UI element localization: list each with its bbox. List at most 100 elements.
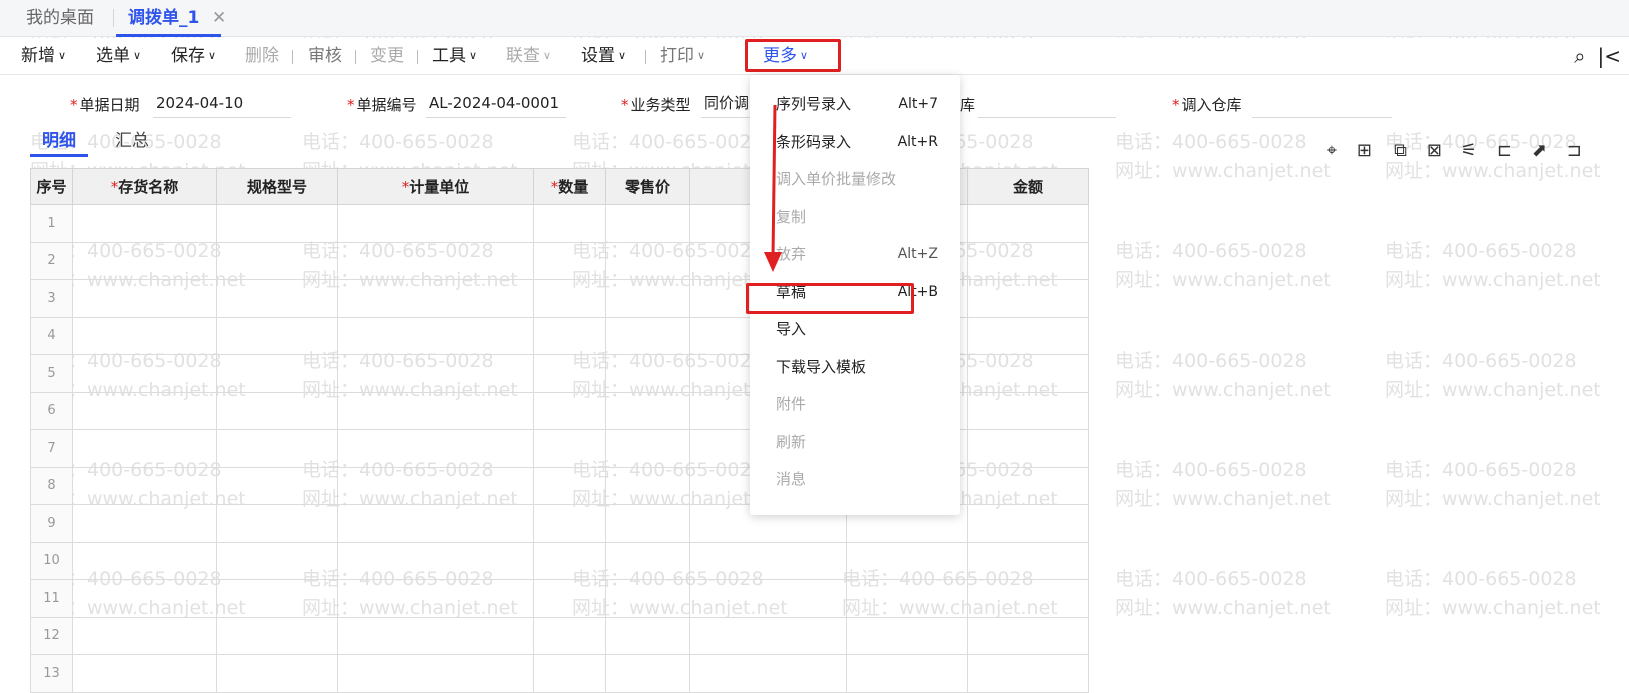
link-query-button[interactable]: 联查 ∨ [506,38,551,75]
tab-detail[interactable]: 明细 [30,127,88,157]
collapse-icon[interactable]: |< [1598,44,1622,68]
grid-cell[interactable] [216,241,338,280]
grid-cell[interactable] [72,354,217,393]
grid-cell[interactable] [337,654,534,693]
grid-cell[interactable] [72,316,217,355]
column-settings-icon[interactable]: ⊏ [1497,140,1512,161]
grid-cell[interactable] [967,391,1089,430]
grid-cell[interactable] [216,654,338,693]
grid-cell[interactable] [533,204,606,243]
grid-cell[interactable] [216,354,338,393]
select-button[interactable]: 选单 ∨ [96,38,141,75]
grid-cell[interactable] [967,579,1089,618]
grid-cell[interactable] [967,316,1089,355]
grid-cell[interactable] [337,241,534,280]
grid-cell[interactable] [605,391,690,430]
menu-item[interactable]: 复制 [750,199,960,237]
grid-cell[interactable] [337,429,534,468]
insert-row-icon[interactable]: ⊞ [1357,140,1372,161]
grid-cell[interactable] [72,616,217,655]
grid-cell[interactable] [337,466,534,505]
grid-cell[interactable] [533,316,606,355]
grid-cell[interactable] [967,279,1089,318]
grid-cell[interactable] [967,204,1089,243]
save-button[interactable]: 保存 ∨ [171,38,216,75]
grid-cell[interactable] [605,654,690,693]
print-button[interactable]: 打印 ∨ [660,38,705,75]
grid-cell[interactable] [689,654,847,693]
grid-cell[interactable] [689,616,847,655]
grid-cell[interactable] [337,541,534,580]
grid-cell[interactable] [72,279,217,318]
grid-cell[interactable] [605,354,690,393]
grid-cell[interactable] [216,429,338,468]
grid-cell[interactable] [967,654,1089,693]
grid-cell[interactable] [846,616,968,655]
grid-cell[interactable] [533,241,606,280]
grid-cell[interactable] [216,466,338,505]
tab-transfer-order[interactable]: 调拨单_1 [116,0,222,37]
grid-cell[interactable] [337,391,534,430]
grid-cell[interactable] [337,204,534,243]
grid-cell[interactable] [533,504,606,543]
tab-close-icon[interactable]: ✕ [212,0,226,36]
grid-cell[interactable] [72,241,217,280]
grid-cell[interactable] [605,541,690,580]
menu-item[interactable]: 序列号录入 Alt+7 [750,86,960,124]
layout-icon[interactable]: ⊐ [1567,140,1582,161]
grid-cell[interactable] [605,241,690,280]
grid-cell[interactable] [72,504,217,543]
menu-item[interactable]: 条形码录入 Alt+R [750,124,960,162]
menu-item[interactable]: 下载导入模板 [750,349,960,387]
preview-icon[interactable]: ⌕ [1574,44,1585,68]
grid-cell[interactable] [605,504,690,543]
grid-cell[interactable] [689,541,847,580]
grid-cell[interactable] [967,241,1089,280]
grid-cell[interactable] [216,316,338,355]
grid-cell[interactable] [72,654,217,693]
grid-cell[interactable] [216,579,338,618]
tab-home[interactable]: 我的桌面 [26,0,94,36]
grid-cell[interactable] [72,429,217,468]
grid-cell[interactable] [72,579,217,618]
grid-cell[interactable] [605,579,690,618]
tab-summary[interactable]: 汇总 [115,127,149,157]
grid-cell[interactable] [846,541,968,580]
new-button[interactable]: 新增 ∨ [21,38,66,75]
grid-cell[interactable] [533,391,606,430]
batch-edit-icon[interactable]: ⚟ [1461,140,1477,161]
grid-cell[interactable] [967,354,1089,393]
grid-cell[interactable] [337,616,534,655]
grid-cell[interactable] [846,579,968,618]
grid-cell[interactable] [605,279,690,318]
menu-item[interactable]: 消息 [750,461,960,499]
menu-item[interactable]: 放弃 Alt+Z [750,236,960,274]
grid-cell[interactable] [533,616,606,655]
grid-cell[interactable] [967,466,1089,505]
grid-cell[interactable] [337,316,534,355]
grid-cell[interactable] [72,204,217,243]
grid-cell[interactable] [216,204,338,243]
location-icon[interactable]: ⌖ [1327,140,1337,161]
in-warehouse-input[interactable] [1252,92,1392,118]
grid-cell[interactable] [72,466,217,505]
grid-cell[interactable] [533,354,606,393]
grid-cell[interactable] [337,504,534,543]
grid-cell[interactable] [605,429,690,468]
tools-button[interactable]: 工具 ∨ [432,38,477,75]
delete-button[interactable]: 删除 [245,38,279,75]
grid-cell[interactable] [967,429,1089,468]
export-icon[interactable]: ⬈ [1532,140,1547,161]
grid-cell[interactable] [605,616,690,655]
menu-item[interactable]: 附件 [750,386,960,424]
menu-item[interactable]: 刷新 [750,424,960,462]
grid-cell[interactable] [533,466,606,505]
grid-cell[interactable] [337,579,534,618]
grid-cell[interactable] [216,541,338,580]
grid-cell[interactable] [967,541,1089,580]
grid-cell[interactable] [605,316,690,355]
settings-button[interactable]: 设置 ∨ [581,38,626,75]
grid-cell[interactable] [72,391,217,430]
grid-cell[interactable] [846,654,968,693]
grid-cell[interactable] [533,429,606,468]
